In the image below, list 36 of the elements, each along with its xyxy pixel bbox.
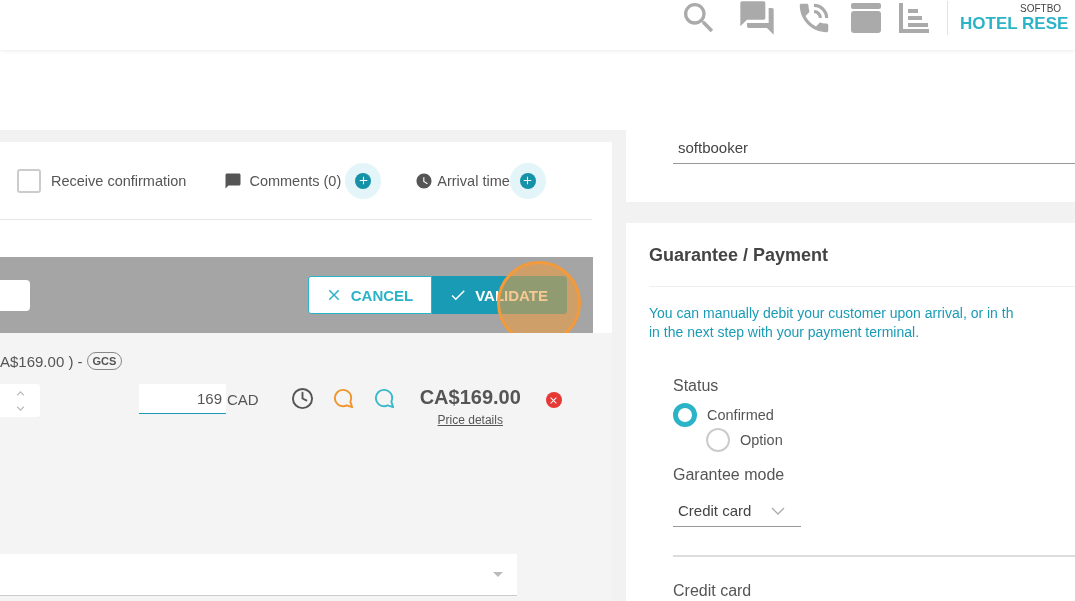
- receive-confirmation-checkbox[interactable]: [17, 168, 41, 193]
- select-field[interactable]: [0, 554, 517, 596]
- checkbox-label: Receive confirmation: [51, 172, 187, 189]
- mode-label: Garantee mode: [673, 465, 786, 485]
- mode-select[interactable]: Credit card: [673, 495, 801, 527]
- document-icon[interactable]: [899, 3, 931, 33]
- cut-off-field[interactable]: [0, 279, 30, 311]
- radio-button[interactable]: [706, 427, 730, 452]
- credit-card-label: Credit card: [673, 581, 753, 601]
- rate-text: A$169.00 ) -: [0, 352, 83, 370]
- section-title: Guarantee / Payment: [649, 245, 1075, 287]
- radio-label: Confirmed: [707, 406, 774, 423]
- clock-icon[interactable]: [290, 386, 314, 410]
- caret-icon: [493, 572, 503, 577]
- comment-icon: [224, 171, 243, 190]
- info-text: You can manually debit your customer upon arrival, or in th in the next step with your payment terminal.: [649, 304, 1015, 342]
- brand-subtitle: SOFTBO: [1019, 2, 1062, 14]
- arrival-time-label: Arrival time: [437, 172, 510, 189]
- status-label: Status: [673, 376, 720, 396]
- speech-bubble-icon[interactable]: [372, 386, 396, 410]
- comments-label: Comments (0): [249, 172, 342, 189]
- add-arrival-time-button[interactable]: [509, 162, 546, 199]
- currency-label: CAD: [227, 390, 259, 410]
- brand-title: HOTEL RESE: [960, 13, 1069, 34]
- price-input[interactable]: 169: [139, 384, 226, 414]
- clock-icon: [415, 171, 434, 190]
- price-details-link[interactable]: Price details: [437, 413, 503, 427]
- add-comment-button[interactable]: [345, 162, 382, 199]
- chevron-icon: [771, 506, 786, 515]
- box-icon[interactable]: [851, 3, 881, 33]
- radio-button[interactable]: [673, 402, 697, 427]
- quantity-spinner[interactable]: [0, 384, 40, 417]
- radio-label: Option: [740, 431, 783, 448]
- remove-button[interactable]: [545, 392, 562, 408]
- speech-bubble-icon[interactable]: [331, 386, 355, 410]
- total-price: CA$169.00: [419, 385, 521, 410]
